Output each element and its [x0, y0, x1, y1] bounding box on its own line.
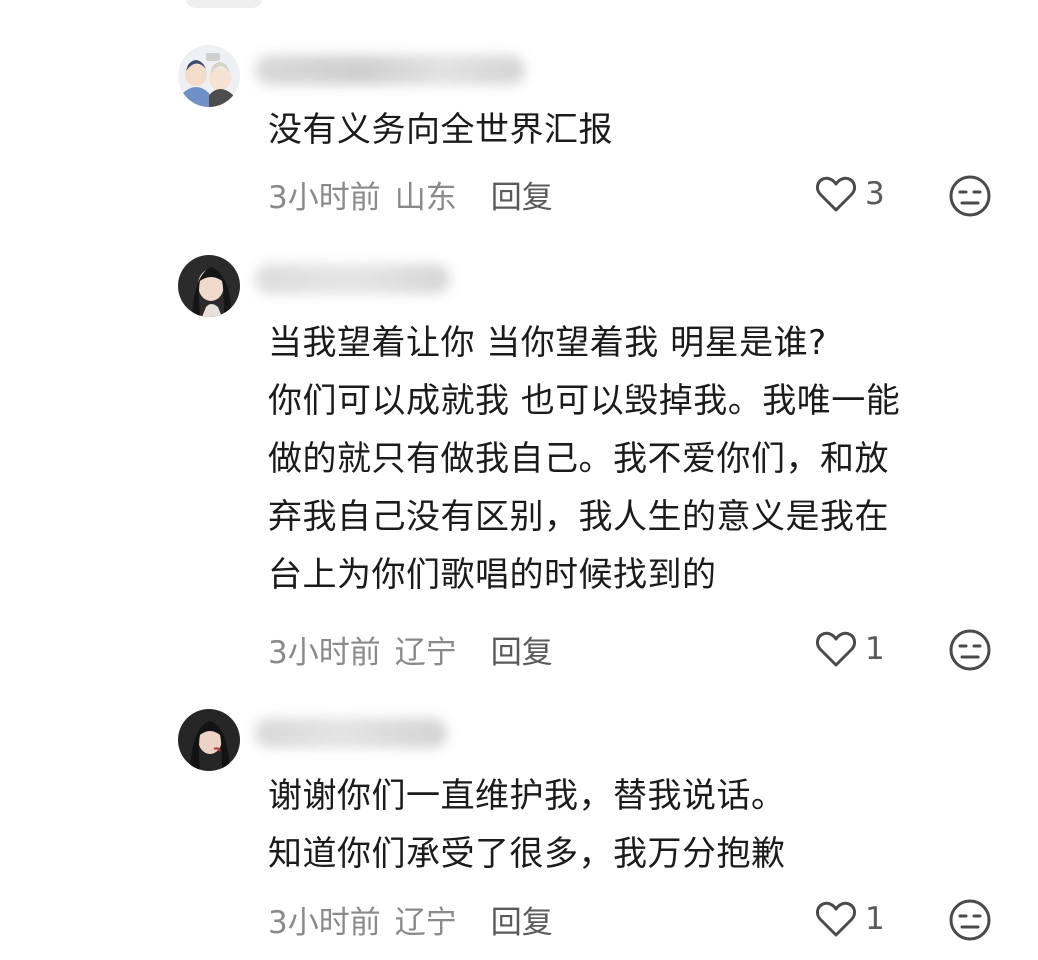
comment-line: 谢谢你们一直维护我，替我说话。: [268, 776, 786, 816]
meh-face-icon: [949, 175, 991, 217]
comment-line: 知道你们承受了很多，我万分抱歉: [268, 834, 786, 874]
like-button[interactable]: 1: [815, 627, 885, 671]
previous-comment-edge: [185, 0, 263, 8]
dislike-button[interactable]: [948, 174, 992, 218]
comment-meta: 3小时前 辽宁 回复: [268, 627, 553, 671]
comment-time: 3小时前: [268, 179, 381, 216]
comment-text: 谢谢你们一直维护我，替我说话。 知道你们承受了很多，我万分抱歉: [268, 767, 988, 883]
heart-outline-icon: [816, 631, 856, 667]
like-count: 1: [865, 901, 885, 937]
comment-line: 没有义务向全世界汇报: [268, 110, 613, 150]
comment-time: 3小时前: [268, 904, 381, 941]
username-blurred[interactable]: [255, 264, 450, 294]
meh-face-icon: [949, 899, 991, 941]
avatar[interactable]: [178, 255, 240, 317]
comment-line: 台上为你们歌唱的时候找到的: [268, 555, 717, 595]
comment-text: 没有义务向全世界汇报: [268, 101, 988, 159]
dislike-button[interactable]: [948, 628, 992, 672]
username-blurred[interactable]: [255, 718, 447, 748]
like-button[interactable]: 3: [815, 172, 885, 216]
comment-text: 当我望着让你 当你望着我 明星是谁? 你们可以成就我 也可以毁掉我。我唯一能 做…: [268, 314, 988, 604]
reply-button[interactable]: 回复: [491, 172, 553, 217]
comment-location: 山东: [394, 179, 457, 216]
avatar[interactable]: [178, 45, 240, 107]
comment-time: 3小时前: [268, 634, 381, 671]
heart-outline-icon: [816, 901, 856, 937]
heart-outline-icon: [816, 176, 856, 212]
comment-location: 辽宁: [394, 634, 457, 671]
comment-line: 弃我自己没有区别，我人生的意义是我在: [268, 497, 889, 537]
comment-meta: 3小时前 辽宁 回复: [268, 897, 553, 941]
like-count: 1: [865, 631, 885, 667]
comment-line: 做的就只有做我自己。我不爱你们，和放: [268, 439, 889, 479]
comment-line: 你们可以成就我 也可以毁掉我。我唯一能: [268, 381, 901, 421]
comment-line: 当我望着让你 当你望着我 明星是谁?: [268, 323, 827, 363]
comment-meta: 3小时前 山东 回复: [268, 172, 553, 216]
comment-location: 辽宁: [394, 904, 457, 941]
dislike-button[interactable]: [948, 898, 992, 942]
avatar[interactable]: [178, 709, 240, 771]
like-button[interactable]: 1: [815, 897, 885, 941]
reply-button[interactable]: 回复: [491, 627, 553, 672]
username-blurred[interactable]: [255, 55, 525, 85]
meh-face-icon: [949, 629, 991, 671]
reply-button[interactable]: 回复: [491, 897, 553, 942]
like-count: 3: [865, 176, 885, 212]
